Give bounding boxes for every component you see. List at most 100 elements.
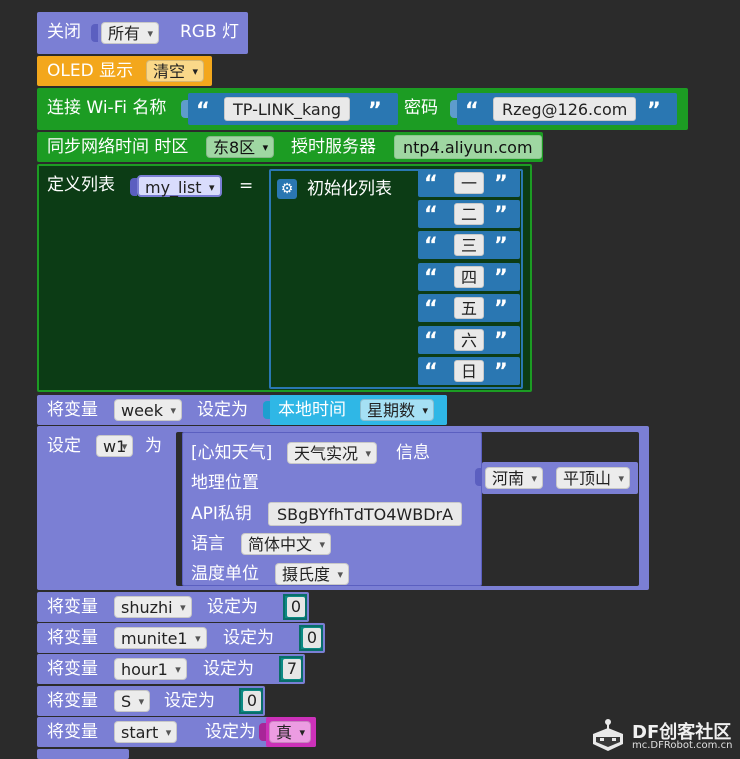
gear-icon[interactable]: ⚙ — [277, 179, 297, 199]
close-quote-icon: ” — [494, 296, 508, 320]
variable-name-dropdown[interactable]: S — [114, 690, 151, 713]
list-name-dropdown[interactable]: my_list — [137, 175, 222, 199]
variable-name-dropdown[interactable]: shuzhi — [114, 596, 192, 619]
variable-name-dropdown[interactable]: munite1 — [114, 627, 207, 650]
variable-name-dropdown[interactable]: start — [114, 721, 178, 744]
variable-name-dropdown[interactable]: hour1 — [114, 658, 187, 681]
number-field[interactable]: 7 — [283, 659, 301, 679]
location-label: 地理位置 — [191, 473, 259, 493]
open-quote-icon: “ — [424, 233, 438, 257]
set-s-block[interactable]: 将变量 S 设定为 0 — [37, 686, 265, 716]
set-as-label: 设定为 — [197, 400, 248, 420]
init-list-label: 初始化列表 — [307, 179, 392, 199]
close-quote-icon: ” — [494, 265, 508, 289]
set-variable-label: 将变量 — [47, 628, 98, 648]
local-time-block[interactable]: 本地时间 星期数 — [270, 395, 447, 425]
number-field[interactable]: 0 — [287, 597, 305, 617]
next-block-partial[interactable] — [37, 749, 129, 759]
time-field-dropdown[interactable]: 星期数 — [360, 399, 435, 422]
boolean-block[interactable]: 真 — [266, 717, 316, 747]
api-key-label: API私钥 — [191, 504, 252, 524]
ntp-sync-block[interactable]: 同步网络时间 时区 东8区 授时服务器 ntp4.aliyun.com — [37, 132, 543, 162]
list-item-field[interactable]: 六 — [454, 329, 485, 351]
close-quote-icon: ” — [368, 98, 382, 122]
temp-unit-dropdown[interactable]: 摄氏度 — [275, 563, 350, 586]
ssid-text-block[interactable]: “ TP-LINK_kang ” — [188, 93, 398, 125]
number-block[interactable]: 0 — [239, 688, 263, 714]
timezone-dropdown[interactable]: 东8区 — [206, 136, 275, 159]
open-quote-icon: “ — [424, 359, 438, 383]
list-item-7[interactable]: “ 日 ” — [418, 357, 520, 385]
list-item-2[interactable]: “ 二 ” — [418, 200, 520, 228]
set-label: 设定 — [47, 436, 81, 456]
weather-query-block[interactable]: [心知天气] 天气实况 信息 地理位置 API私钥 SBgBYfhTdTO4WB… — [182, 432, 482, 586]
open-quote-icon: “ — [424, 265, 438, 289]
set-weather-block[interactable]: 设定 w1 为 [心知天气] 天气实况 信息 地理位置 API私钥 SBgBYf… — [37, 426, 649, 590]
weather-source-label: [心知天气] — [191, 443, 273, 463]
set-hour1-block[interactable]: 将变量 hour1 设定为 7 — [37, 654, 305, 684]
set-shuzhi-block[interactable]: 将变量 shuzhi 设定为 0 — [37, 592, 309, 622]
password-text-block[interactable]: “ Rzeg@126.com ” — [457, 93, 677, 125]
location-block[interactable]: 河南 平顶山 — [482, 462, 638, 494]
language-label: 语言 — [191, 534, 225, 554]
weather-var-dropdown[interactable]: w1 — [96, 435, 134, 458]
list-item-field[interactable]: 四 — [454, 266, 485, 288]
ntp-server-label: 授时服务器 — [291, 137, 376, 157]
list-item-3[interactable]: “ 三 ” — [418, 231, 520, 259]
wifi-password-label: 密码 — [404, 98, 438, 118]
set-variable-label: 将变量 — [47, 597, 98, 617]
list-item-field[interactable]: 日 — [454, 360, 485, 382]
wifi-name-label: 连接 Wi-Fi 名称 — [47, 98, 167, 118]
week-var-dropdown[interactable]: week — [114, 399, 183, 422]
province-dropdown[interactable]: 河南 — [485, 467, 544, 490]
set-start-block[interactable]: 将变量 start 设定为 真 — [37, 717, 316, 747]
open-quote-icon: “ — [424, 328, 438, 352]
password-field[interactable]: Rzeg@126.com — [493, 97, 637, 121]
set-as-label: 设定为 — [207, 597, 258, 617]
city-dropdown[interactable]: 平顶山 — [556, 467, 631, 490]
list-item-field[interactable]: 二 — [454, 203, 485, 225]
ntp-sync-label: 同步网络时间 时区 — [47, 137, 189, 157]
list-item-field[interactable]: 五 — [454, 297, 485, 319]
number-field[interactable]: 0 — [243, 691, 261, 711]
rgb-light-block[interactable]: 关闭 所有 RGB 灯 — [37, 12, 248, 54]
list-item-1[interactable]: “ 一 ” — [418, 169, 520, 197]
watermark: DF创客社区 mc.DFRobot.com.cn — [588, 716, 734, 756]
set-week-block[interactable]: 将变量 week 设定为 本地时间 星期数 — [37, 395, 447, 425]
close-quote-icon: ” — [494, 171, 508, 195]
oled-mode-dropdown[interactable]: 清空 — [146, 60, 205, 83]
close-quote-icon: ” — [494, 233, 508, 257]
equals-sign: = — [239, 176, 254, 196]
api-key-field[interactable]: SBgBYfhTdTO4WBDrA — [268, 502, 463, 526]
list-item-field[interactable]: 一 — [454, 172, 485, 194]
boolean-dropdown[interactable]: 真 — [269, 721, 312, 744]
list-item-field[interactable]: 三 — [454, 234, 485, 256]
close-quote-icon: ” — [647, 98, 661, 122]
number-block[interactable]: 7 — [279, 656, 303, 682]
language-dropdown[interactable]: 简体中文 — [241, 533, 332, 556]
wifi-connect-block[interactable]: 连接 Wi-Fi 名称 “ TP-LINK_kang ” 密码 “ Rzeg@1… — [37, 88, 688, 130]
list-item-4[interactable]: “ 四 ” — [418, 263, 520, 291]
input-notch — [181, 100, 188, 118]
input-notch — [130, 178, 137, 196]
oled-display-block[interactable]: OLED 显示 清空 — [37, 56, 212, 86]
number-field[interactable]: 0 — [303, 628, 321, 648]
number-block[interactable]: 0 — [299, 625, 323, 651]
set-variable-label: 将变量 — [47, 659, 98, 679]
close-quote-icon: ” — [494, 202, 508, 226]
ssid-field[interactable]: TP-LINK_kang — [224, 97, 351, 121]
open-quote-icon: “ — [424, 202, 438, 226]
open-quote-icon: “ — [465, 98, 479, 122]
weather-type-dropdown[interactable]: 天气实况 — [287, 442, 378, 465]
oled-label: OLED 显示 — [47, 61, 134, 81]
open-quote-icon: “ — [424, 171, 438, 195]
set-munite1-block[interactable]: 将变量 munite1 设定为 0 — [37, 623, 325, 653]
input-notch — [91, 24, 98, 42]
rgb-target-dropdown[interactable]: 所有 — [101, 22, 160, 45]
as-label: 为 — [145, 436, 162, 456]
temp-unit-label: 温度单位 — [191, 564, 259, 584]
number-block[interactable]: 0 — [283, 594, 307, 620]
list-item-5[interactable]: “ 五 ” — [418, 294, 520, 322]
ntp-server-field[interactable]: ntp4.aliyun.com — [394, 135, 542, 159]
list-item-6[interactable]: “ 六 ” — [418, 326, 520, 354]
